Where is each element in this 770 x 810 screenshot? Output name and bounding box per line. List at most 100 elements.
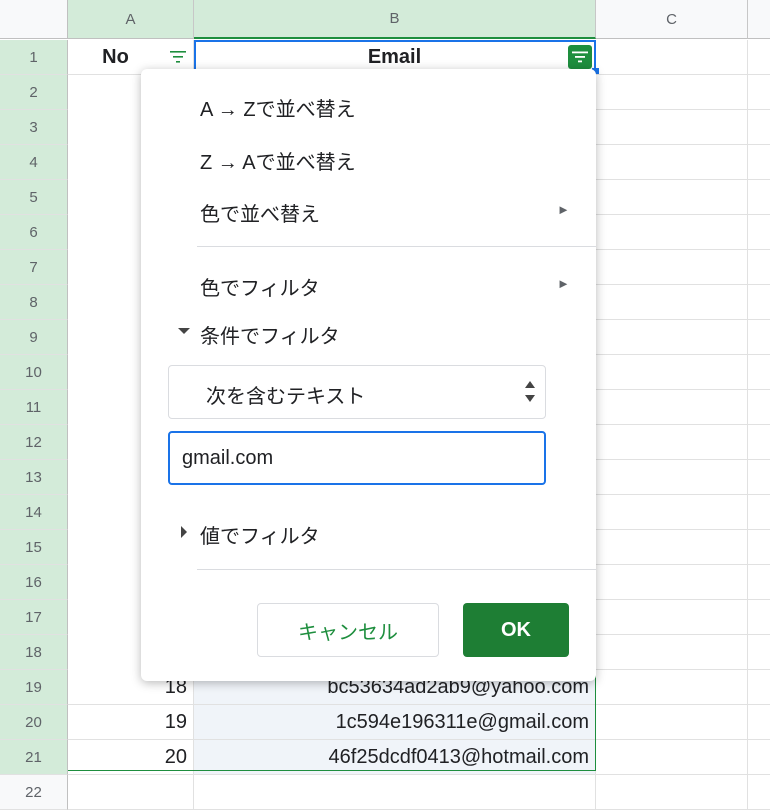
cancel-button[interactable]: キャンセル bbox=[257, 603, 439, 657]
empty-cell[interactable] bbox=[596, 565, 748, 600]
empty-cell[interactable] bbox=[194, 775, 596, 810]
cell-value: 46f25dcdf0413@hotmail.com bbox=[328, 745, 589, 768]
row-header[interactable]: 21 bbox=[0, 740, 68, 775]
empty-cell[interactable] bbox=[596, 740, 748, 775]
row-header[interactable]: 20 bbox=[0, 705, 68, 740]
empty-cell[interactable] bbox=[596, 110, 748, 145]
menu-item-sort-by-color[interactable]: 色で並べ替え bbox=[200, 198, 320, 227]
empty-cell[interactable] bbox=[748, 285, 770, 320]
empty-cell[interactable] bbox=[596, 775, 748, 810]
empty-cell[interactable] bbox=[748, 390, 770, 425]
empty-cell[interactable] bbox=[596, 285, 748, 320]
row-header[interactable]: 17 bbox=[0, 600, 68, 635]
row-header[interactable]: 11 bbox=[0, 390, 68, 425]
empty-cell[interactable] bbox=[748, 775, 770, 810]
empty-cell[interactable] bbox=[748, 250, 770, 285]
menu-divider bbox=[197, 246, 596, 247]
empty-cell[interactable] bbox=[596, 705, 748, 740]
empty-cell[interactable] bbox=[748, 495, 770, 530]
empty-cell[interactable] bbox=[596, 355, 748, 390]
cell-value: 20 bbox=[164, 745, 187, 768]
row-header[interactable]: 4 bbox=[0, 145, 68, 180]
empty-cell[interactable] bbox=[596, 250, 748, 285]
condition-value-input[interactable] bbox=[168, 431, 546, 485]
expand-right-icon[interactable] bbox=[181, 526, 187, 538]
section-filter-by-condition[interactable]: 条件でフィルタ bbox=[200, 320, 340, 349]
header-email-label: Email bbox=[367, 45, 422, 68]
empty-cell[interactable] bbox=[748, 705, 770, 740]
filter-active-icon bbox=[572, 51, 588, 63]
row-header[interactable]: 18 bbox=[0, 635, 68, 670]
empty-cell[interactable] bbox=[596, 145, 748, 180]
condition-select[interactable]: 次を含むテキスト bbox=[168, 365, 546, 419]
empty-cell[interactable] bbox=[748, 565, 770, 600]
empty-cell[interactable] bbox=[748, 355, 770, 390]
section-filter-by-values[interactable]: 値でフィルタ bbox=[200, 520, 320, 549]
row-header[interactable]: 14 bbox=[0, 495, 68, 530]
row-header[interactable]: 16 bbox=[0, 565, 68, 600]
empty-cell[interactable] bbox=[596, 530, 748, 565]
column-header-d[interactable] bbox=[748, 0, 770, 39]
row-header[interactable]: 6 bbox=[0, 215, 68, 250]
empty-cell[interactable] bbox=[596, 460, 748, 495]
empty-cell[interactable] bbox=[748, 460, 770, 495]
empty-cell[interactable] bbox=[596, 215, 748, 250]
table-cell-email[interactable]: 1c594e196311e@gmail.com bbox=[194, 705, 596, 740]
row-header[interactable]: 7 bbox=[0, 250, 68, 285]
cell-value: 1c594e196311e@gmail.com bbox=[335, 710, 589, 733]
empty-cell[interactable] bbox=[748, 215, 770, 250]
empty-cell[interactable] bbox=[596, 390, 748, 425]
menu-item-sort-az[interactable]: A → Zで並べ替え bbox=[200, 93, 356, 122]
empty-cell[interactable] bbox=[748, 110, 770, 145]
column-header-b[interactable]: B bbox=[194, 0, 596, 39]
menu-item-sort-za[interactable]: Z → Aで並べ替え bbox=[200, 146, 356, 175]
cell-value: 19 bbox=[164, 710, 187, 733]
empty-cell[interactable] bbox=[748, 635, 770, 670]
submenu-arrow-icon: ► bbox=[557, 276, 570, 291]
empty-cell[interactable] bbox=[748, 670, 770, 705]
empty-cell[interactable] bbox=[748, 75, 770, 110]
empty-cell[interactable] bbox=[596, 670, 748, 705]
empty-cell[interactable] bbox=[596, 495, 748, 530]
filter-icon[interactable] bbox=[169, 50, 187, 64]
row-header[interactable]: 13 bbox=[0, 460, 68, 495]
row-header[interactable]: 8 bbox=[0, 285, 68, 320]
row-header[interactable]: 2 bbox=[0, 75, 68, 110]
row-header[interactable]: 5 bbox=[0, 180, 68, 215]
empty-cell[interactable] bbox=[596, 425, 748, 460]
empty-cell[interactable] bbox=[748, 425, 770, 460]
empty-cell[interactable] bbox=[748, 145, 770, 180]
empty-cell[interactable] bbox=[596, 320, 748, 355]
row-header[interactable]: 15 bbox=[0, 530, 68, 565]
column-header-a[interactable]: A bbox=[68, 0, 194, 39]
empty-cell[interactable] bbox=[68, 775, 194, 810]
active-filter-button[interactable] bbox=[568, 45, 592, 69]
empty-cell[interactable] bbox=[748, 530, 770, 565]
filter-menu: A → Zで並べ替え Z → Aで並べ替え 色で並べ替え ► 色でフィルタ ► … bbox=[141, 69, 596, 681]
row-header[interactable]: 19 bbox=[0, 670, 68, 705]
empty-cell[interactable] bbox=[748, 600, 770, 635]
empty-cell[interactable] bbox=[748, 740, 770, 775]
row-header[interactable]: 10 bbox=[0, 355, 68, 390]
header-no-label: No bbox=[102, 45, 129, 68]
row-header[interactable]: 22 bbox=[0, 775, 68, 810]
empty-cell[interactable] bbox=[596, 635, 748, 670]
row-header[interactable]: 3 bbox=[0, 110, 68, 145]
empty-cell[interactable] bbox=[748, 180, 770, 215]
column-header-c[interactable]: C bbox=[596, 0, 748, 39]
ok-button[interactable]: OK bbox=[463, 603, 569, 657]
table-cell-no[interactable]: 19 bbox=[68, 705, 194, 740]
empty-cell[interactable] bbox=[596, 40, 748, 75]
condition-select-value: 次を含むテキスト bbox=[206, 386, 366, 408]
row-header[interactable]: 1 bbox=[0, 40, 68, 75]
row-header[interactable]: 9 bbox=[0, 320, 68, 355]
expand-down-icon[interactable] bbox=[178, 328, 190, 334]
empty-cell[interactable] bbox=[596, 600, 748, 635]
menu-item-filter-by-color[interactable]: 色でフィルタ bbox=[200, 272, 320, 301]
empty-cell[interactable] bbox=[748, 320, 770, 355]
empty-cell[interactable] bbox=[596, 180, 748, 215]
empty-cell[interactable] bbox=[596, 75, 748, 110]
select-all-corner[interactable] bbox=[0, 0, 68, 39]
empty-cell[interactable] bbox=[748, 40, 770, 75]
row-header[interactable]: 12 bbox=[0, 425, 68, 460]
